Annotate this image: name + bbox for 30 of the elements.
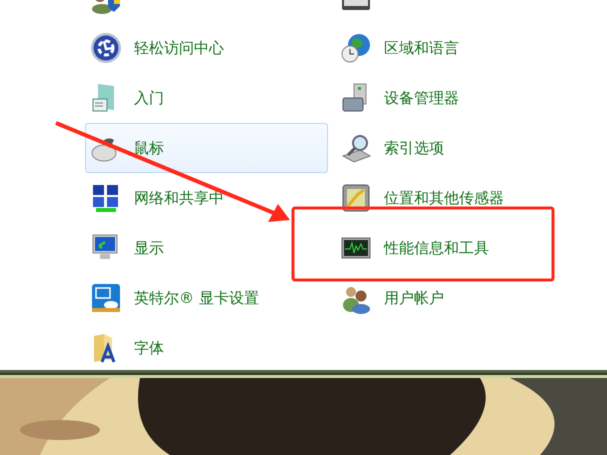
item-label: 英特尔® 显卡设置 — [134, 288, 259, 308]
control-panel-item[interactable]: 英特尔® 显卡设置 — [85, 273, 328, 323]
magnifier-icon — [340, 132, 372, 164]
item-label: 显示 — [134, 238, 164, 258]
item-label: 索引选项 — [384, 138, 444, 158]
control-panel-item[interactable]: 显示 — [85, 223, 328, 273]
control-panel-item[interactable]: 鼠标 — [85, 123, 328, 173]
control-panel-item[interactable]: 用户帐户 — [335, 273, 585, 323]
item-label: 字体 — [134, 338, 164, 358]
control-panel-item[interactable]: 设备管理器 — [335, 73, 585, 123]
item-label: 用户帐户 — [384, 288, 444, 308]
control-panel-item[interactable]: 索引选项 — [335, 123, 585, 173]
control-panel-item[interactable]: 入门 — [85, 73, 328, 123]
item-label: 轻松访问中心 — [134, 38, 224, 58]
control-panel-item[interactable]: 网络和共享中 — [85, 173, 328, 223]
control-panel-item[interactable]: 性能信息和工具 — [335, 223, 585, 273]
item-label: 区域和语言 — [384, 38, 459, 58]
item-label: 设备管理器 — [384, 88, 459, 108]
globe-clock-icon — [340, 32, 372, 64]
item-label: 入门 — [134, 88, 164, 108]
accessibility-icon — [90, 32, 122, 64]
item-label: 性能信息和工具 — [384, 238, 489, 258]
control-panel-item[interactable]: 轻松访问中心 — [85, 23, 328, 73]
item-label: 位置和其他传感器 — [384, 188, 504, 208]
control-panel-item[interactable]: 位置和其他传感器 — [335, 173, 585, 223]
display-card-icon — [90, 282, 122, 314]
control-panel-item[interactable]: 区域和语言 — [335, 23, 585, 73]
item-label: 网络和共享中 — [134, 188, 224, 208]
control-panel-item[interactable]: 字体 — [85, 323, 328, 370]
item-label: 鼠标 — [134, 138, 164, 158]
